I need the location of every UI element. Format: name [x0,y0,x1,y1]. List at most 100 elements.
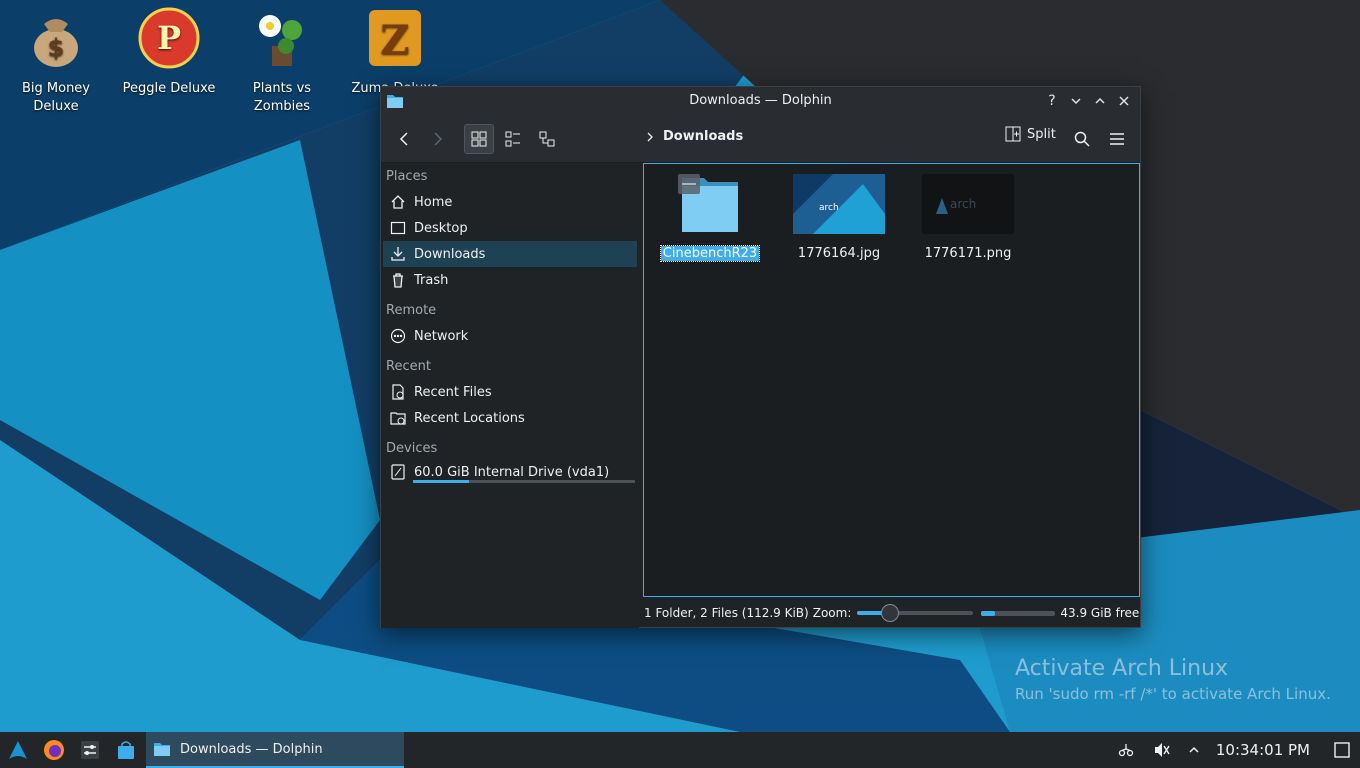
maximize-button[interactable] [1090,91,1110,111]
task-label: Downloads — Dolphin [180,741,323,757]
application-launcher[interactable] [0,732,36,768]
tree-view-icon [539,131,555,147]
activation-title: Activate Arch Linux [1015,656,1229,681]
close-icon [1119,96,1129,106]
drive-usage-fill [413,480,469,483]
image-thumbnail-icon: arch [922,174,1014,234]
file-item-cinebench[interactable]: CinebenchR23 [654,174,766,262]
file-item-1776164[interactable]: arch 1776164.jpg [783,174,895,261]
places-header: Places [386,169,428,184]
svg-text:P: P [157,19,181,57]
grid-view-icon [471,131,487,147]
chevron-up-icon [1189,746,1199,753]
sliders-icon [81,741,99,759]
recent-header: Recent [386,359,431,374]
sidebar-item-label: Home [414,194,453,210]
sidebar-item-desktop[interactable]: Desktop [383,215,637,241]
sidebar-item-recent-files[interactable]: Recent Files [383,379,637,405]
volume-tray-button[interactable] [1144,732,1180,768]
sidebar-item-network[interactable]: Network [383,323,637,349]
split-view-icon [1005,126,1021,142]
zoom-slider-handle[interactable] [880,604,899,622]
breadcrumb[interactable]: Downloads [645,129,743,144]
file-item-1776171[interactable]: arch 1776171.png [912,174,1024,261]
split-label: Split [1027,126,1056,142]
taskbar: Downloads — Dolphin 10:34:01 PM [0,732,1360,768]
settings-launcher[interactable] [72,732,108,768]
search-icon [1074,131,1090,147]
desktop-icon-label: Plants vs Zombies [252,81,312,114]
hamburger-menu-icon [1110,133,1124,145]
sidebar-item-downloads[interactable]: Downloads [383,241,637,267]
status-bar: 1 Folder, 2 Files (112.9 KiB) Zoom: 43.9… [643,601,1140,625]
zuma-icon: Z [369,10,421,66]
svg-text:$: $ [48,34,65,62]
svg-text:arch: arch [819,203,839,213]
close-button[interactable] [1114,91,1134,111]
back-button[interactable] [389,124,419,154]
task-dolphin[interactable]: Downloads — Dolphin [146,732,404,768]
desktop-icon [390,221,406,235]
desktop-icon-zuma[interactable]: Z Zuma Deluxe [345,6,445,98]
window-titlebar[interactable]: Downloads — Dolphin ? [381,87,1140,115]
zoom-slider[interactable] [857,604,974,622]
sidebar-item-label: Network [414,328,469,344]
sidebar-item-trash[interactable]: Trash [383,267,637,293]
discover-launcher[interactable] [108,732,144,768]
free-space-label: 43.9 GiB free [1060,606,1140,620]
clock[interactable]: 10:34:01 PM [1216,741,1310,759]
zoom-label: Zoom: [812,606,852,620]
minimize-button[interactable] [1066,91,1086,111]
desktop-icon-big-money[interactable]: $ Big Money Deluxe [6,6,106,116]
toolbar: Downloads Split [381,115,1140,163]
forward-arrow-icon [434,132,443,146]
volume-muted-icon [1154,743,1170,757]
sidebar-item-label: Trash [414,272,449,288]
show-desktop-button[interactable] [1324,732,1360,768]
firefox-icon [44,740,64,760]
home-icon [391,195,405,209]
show-desktop-icon [1334,742,1350,758]
breadcrumb-current: Downloads [663,129,744,144]
svg-text:arch: arch [950,197,976,211]
back-arrow-icon [399,132,408,146]
sidebar-item-recent-locations[interactable]: Recent Locations [383,405,637,431]
activation-subtitle: Run 'sudo rm -rf /*' to activate Arch Li… [1015,685,1331,703]
chevron-down-icon [1071,98,1081,105]
desktop-icon-peggle[interactable]: P Peggle Deluxe [119,6,219,98]
help-button[interactable]: ? [1042,91,1062,111]
folder-app-icon [154,743,170,756]
plant-icon [259,15,302,66]
file-name: 1776164.jpg [797,246,881,261]
arch-logo-icon [9,741,27,759]
svg-text:Z: Z [380,17,409,64]
tree-view-button[interactable] [532,124,562,154]
sidebar-item-label: 60.0 GiB Internal Drive (vda1) [414,464,610,480]
forward-button[interactable] [423,124,453,154]
search-button[interactable] [1067,124,1097,154]
network-icon [1118,744,1134,757]
desktop-icon-plants-vs-zombies[interactable]: Plants vs Zombies [232,6,332,116]
free-space-fill [981,610,996,616]
icons-view-button[interactable] [464,124,494,154]
list-view-icon [505,131,520,147]
status-summary: 1 Folder, 2 Files (112.9 KiB) [644,606,809,620]
file-name: CinebenchR23 [659,245,761,262]
network-tray-button[interactable] [1108,732,1144,768]
details-view-button[interactable] [498,124,528,154]
sidebar-item-label: Desktop [414,220,468,236]
drive-icon [391,464,405,480]
menu-button[interactable] [1102,124,1132,154]
devices-header: Devices [386,441,438,456]
split-button[interactable]: Split [1005,126,1056,142]
tray-expand-button[interactable] [1180,732,1208,768]
network-icon [390,328,406,344]
file-view[interactable]: CinebenchR23 arch 1776164.jpg arch 17761… [643,163,1140,597]
free-space-bar [981,610,1056,616]
firefox-launcher[interactable] [36,732,72,768]
sidebar-item-home[interactable]: Home [383,189,637,215]
download-icon [391,247,405,261]
sidebar-item-label: Recent Files [414,384,492,400]
chevron-up-icon [1095,97,1105,104]
trash-icon [393,273,403,288]
